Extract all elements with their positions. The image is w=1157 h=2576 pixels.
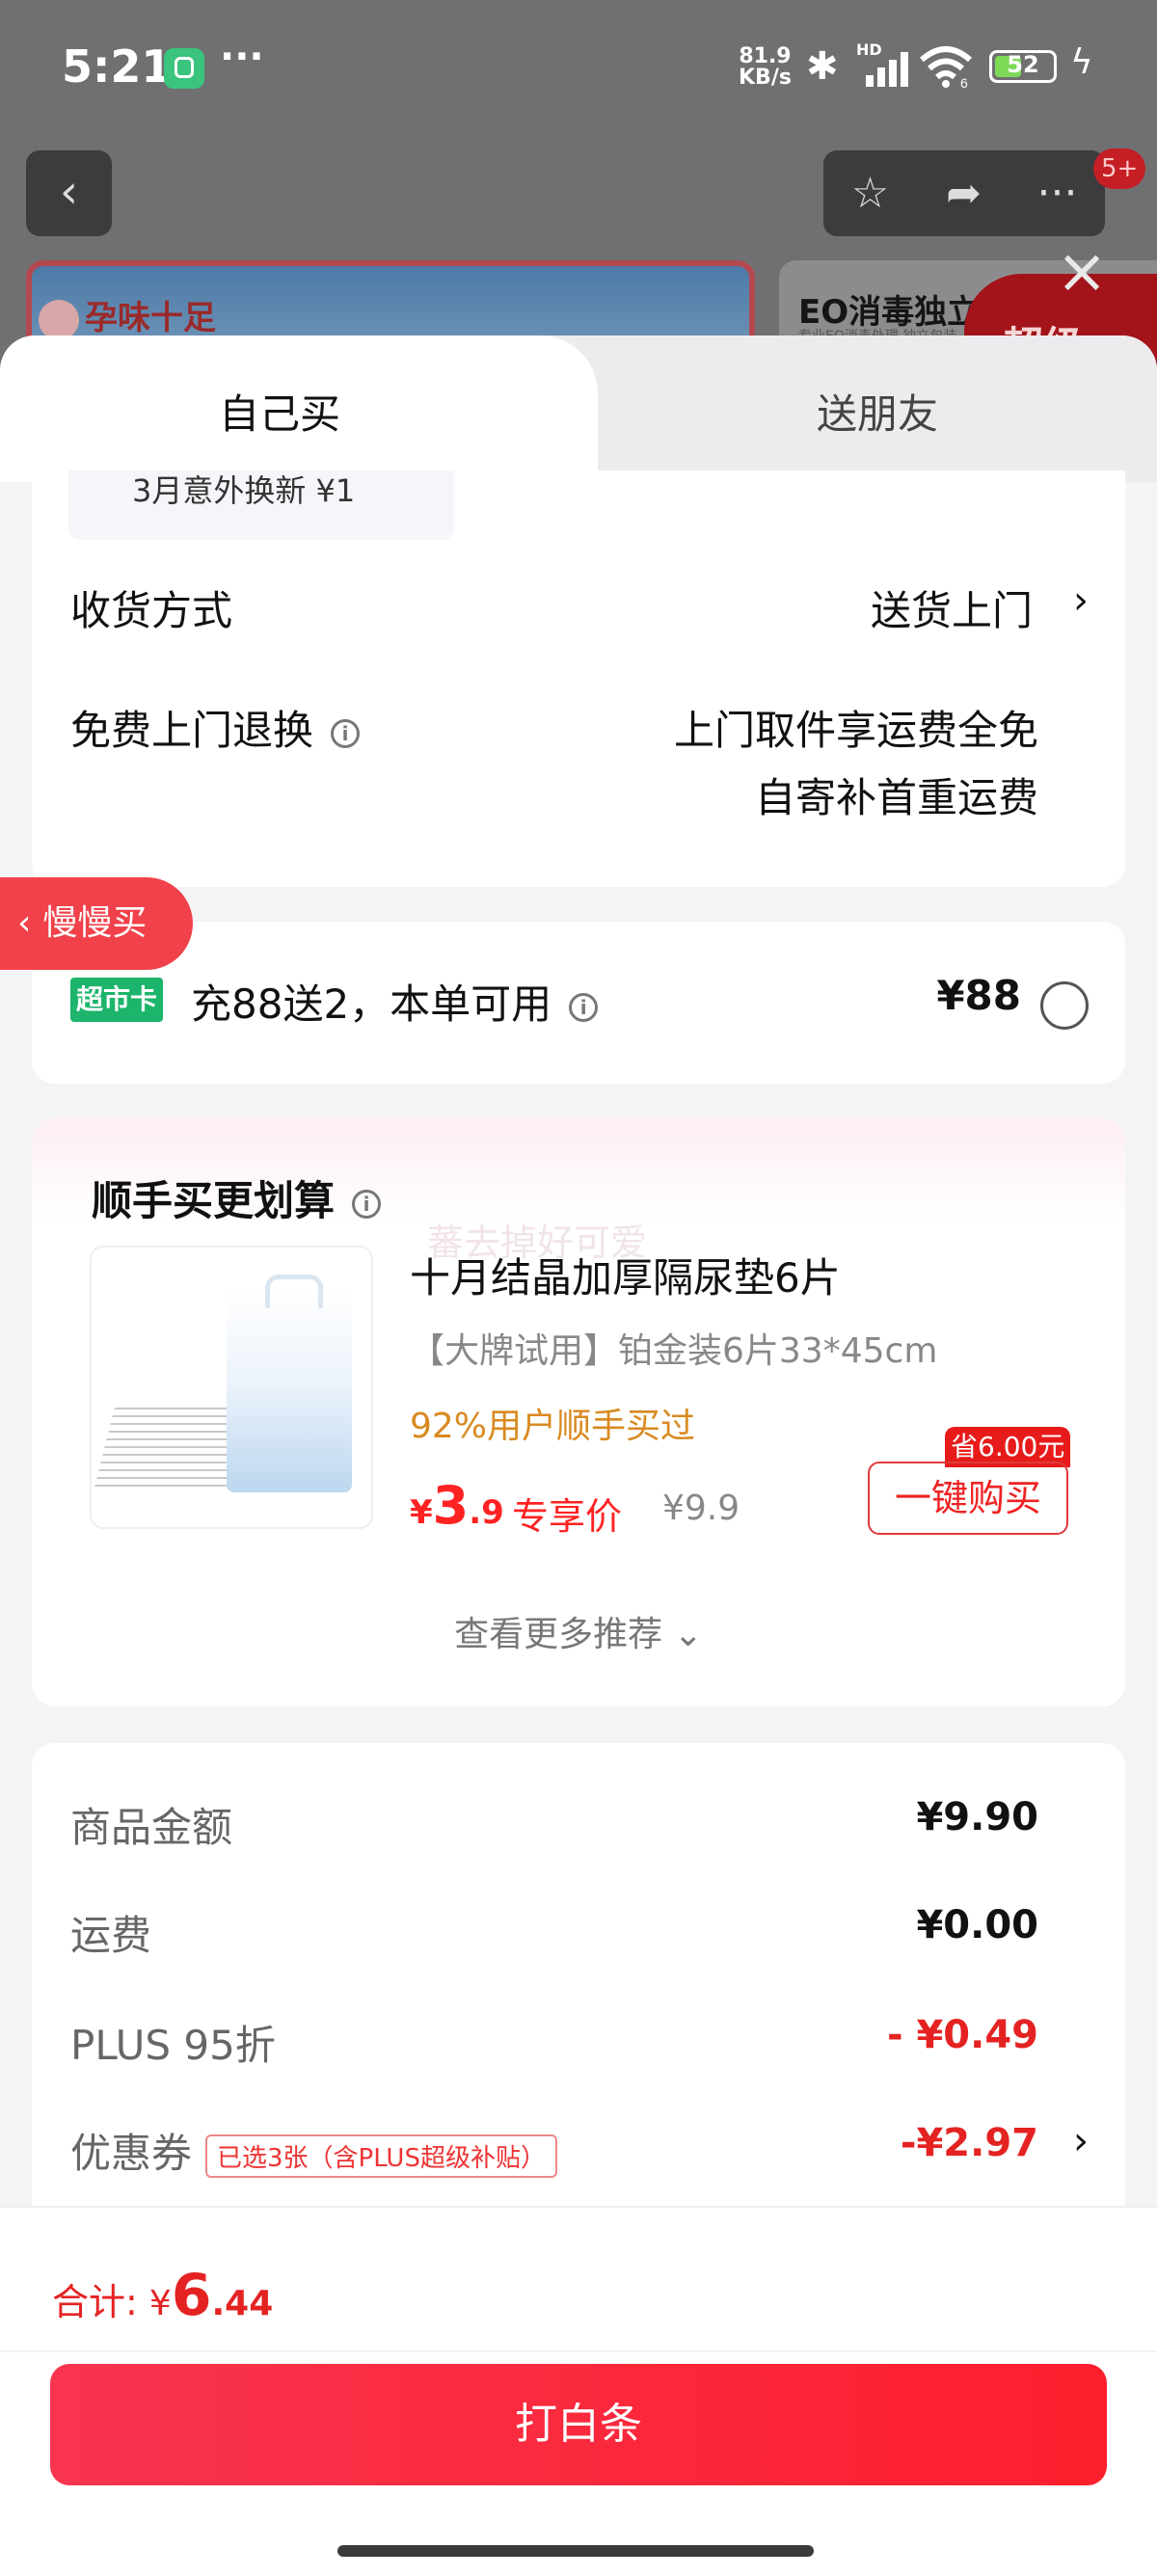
summary-shipping-value: ¥0.00 xyxy=(916,1903,1038,1947)
summary-plus-label: PLUS 95折 xyxy=(70,2022,276,2069)
free-return-value-line1: 上门取件享运费全免 xyxy=(673,707,1038,754)
charging-icon: ϟ xyxy=(1070,42,1093,82)
wifi-icon: 6 xyxy=(920,46,972,89)
wifi-sub: 6 xyxy=(960,75,968,89)
supermarket-card-badge: 超市卡 xyxy=(70,978,164,1022)
footer-divider xyxy=(0,2350,1157,2352)
one-click-buy-button[interactable]: 一键购买 xyxy=(868,1462,1068,1535)
slow-buy-label: 慢慢买 xyxy=(42,903,148,943)
free-return-label-text: 免费上门退换 xyxy=(70,707,314,754)
supermarket-card-row[interactable]: 超市卡 充88送2，本单可用 i ¥88 xyxy=(32,922,1125,1084)
product-spec: 【大牌试用】铂金装6片33*45cm xyxy=(410,1331,938,1371)
exclusive-price-label: 专享价 xyxy=(512,1495,623,1538)
hd-label: HD xyxy=(856,40,882,59)
network-speed-unit: KB/s xyxy=(739,66,792,90)
chevron-right-icon[interactable]: › xyxy=(1073,578,1089,623)
order-total: 合计: ¥6.44 xyxy=(52,2262,274,2329)
more-notifications-icon: ··· xyxy=(220,35,264,79)
product-image[interactable] xyxy=(90,1246,373,1529)
free-return-value-line2: 自寄补首重运费 xyxy=(754,774,1038,821)
bluetooth-icon: ✱ xyxy=(806,44,839,89)
home-indicator[interactable] xyxy=(337,2545,814,2557)
product-package-graphic xyxy=(227,1275,352,1492)
status-bar: 5:21 ··· 81.9 KB/s ✱ HD 6 52 ϟ xyxy=(0,0,1157,135)
chevron-right-icon[interactable]: › xyxy=(1073,2119,1089,2163)
signal-icon: HD xyxy=(856,40,908,87)
app-notification-icon xyxy=(164,48,204,89)
chevron-down-icon: ⌄ xyxy=(673,1615,703,1654)
battery-level: 52 xyxy=(1007,51,1039,78)
favorite-star-icon[interactable]: ☆ xyxy=(823,150,917,236)
message-count-badge: 5+ xyxy=(1093,148,1146,189)
info-icon[interactable]: i xyxy=(569,992,599,1022)
tab-gift-to-friend[interactable]: 送朋友 xyxy=(733,382,1022,441)
see-more-label: 查看更多推荐 xyxy=(454,1615,663,1654)
status-time: 5:21 xyxy=(62,40,173,93)
service-chip[interactable]: 3月意外换新 ¥1 xyxy=(68,470,454,540)
delivery-method-label: 收货方式 xyxy=(70,587,233,634)
back-button[interactable]: ‹ xyxy=(26,150,112,236)
slow-buy-side-tab[interactable]: ‹ 慢慢买 xyxy=(0,877,193,970)
summary-coupon-row[interactable]: 优惠券 已选3张（含PLUS超级补贴） xyxy=(70,2121,557,2180)
product-bought-rate: 92%用户顺手买过 xyxy=(410,1407,696,1446)
delivery-method-value[interactable]: 送货上门 xyxy=(871,578,1033,637)
total-label: 合计: xyxy=(52,2281,138,2323)
info-icon[interactable]: i xyxy=(331,718,361,748)
supermarket-card-offer: 充88送2，本单可用 i xyxy=(191,972,599,1031)
battery-icon: 52 xyxy=(989,50,1057,83)
addon-card: 顺手买更划算 i 蕃去掉好可爱 十月结晶加厚隔尿垫6片 【大牌试用】铂金装6片33… xyxy=(32,1118,1125,1706)
nav-actions: ☆ ➦ ··· xyxy=(823,150,1105,236)
tab-buy-for-self-label: 自己买 xyxy=(218,390,340,438)
banner-left-logo: 孕味十足 xyxy=(39,291,216,340)
addon-title-text: 顺手买更划算 xyxy=(92,1177,336,1224)
service-chip-text: 3月意外换新 ¥1 xyxy=(132,472,356,509)
tab-buy-for-self[interactable]: 自己买 xyxy=(0,335,598,482)
summary-coupon-label: 优惠券 xyxy=(70,2130,193,2177)
summary-plus-value: - ¥0.49 xyxy=(886,2013,1038,2057)
banner-left-logo-text: 孕味十足 xyxy=(85,299,216,337)
summary-coupon-value: -¥2.97 xyxy=(900,2121,1038,2165)
summary-goods-label: 商品金额 xyxy=(70,1804,233,1851)
summary-shipping-label: 运费 xyxy=(70,1912,152,1959)
checkout-footer: 合计: ¥6.44 打白条 xyxy=(0,2206,1157,2576)
supermarket-card-price: ¥88 xyxy=(936,972,1021,1019)
chevron-left-icon: ‹ xyxy=(17,903,32,943)
network-speed: 81.9 KB/s xyxy=(739,46,792,89)
product-name[interactable]: 十月结晶加厚隔尿垫6片 xyxy=(410,1246,841,1304)
original-price: ¥9.9 xyxy=(662,1489,740,1528)
pay-with-baitiao-button[interactable]: 打白条 xyxy=(50,2364,1107,2485)
delivery-card: 3月意外换新 ¥1 收货方式 送货上门 › 免费上门退换 i 上门取件享运费全免 … xyxy=(32,470,1125,887)
close-sheet-icon[interactable]: × xyxy=(1051,241,1113,303)
summary-goods-value: ¥9.90 xyxy=(916,1795,1038,1839)
free-return-label: 免费上门退换 i xyxy=(70,698,361,757)
supermarket-card-offer-text: 充88送2，本单可用 xyxy=(191,980,552,1028)
price-summary-card: 商品金额 ¥9.90 运费 ¥0.00 PLUS 95折 - ¥0.49 优惠券… xyxy=(32,1743,1125,2244)
info-icon[interactable]: i xyxy=(352,1189,382,1219)
addon-title: 顺手买更划算 i xyxy=(92,1168,382,1227)
supermarket-card-radio[interactable] xyxy=(1040,981,1089,1030)
more-menu-icon[interactable]: ··· xyxy=(1010,150,1104,236)
product-price: ¥3.9 xyxy=(410,1475,504,1536)
coupon-selected-tag: 已选3张（含PLUS超级补贴） xyxy=(205,2134,557,2178)
see-more-recommendations[interactable]: 查看更多推荐 ⌄ xyxy=(32,1606,1125,1656)
share-icon[interactable]: ➦ xyxy=(917,150,1010,236)
